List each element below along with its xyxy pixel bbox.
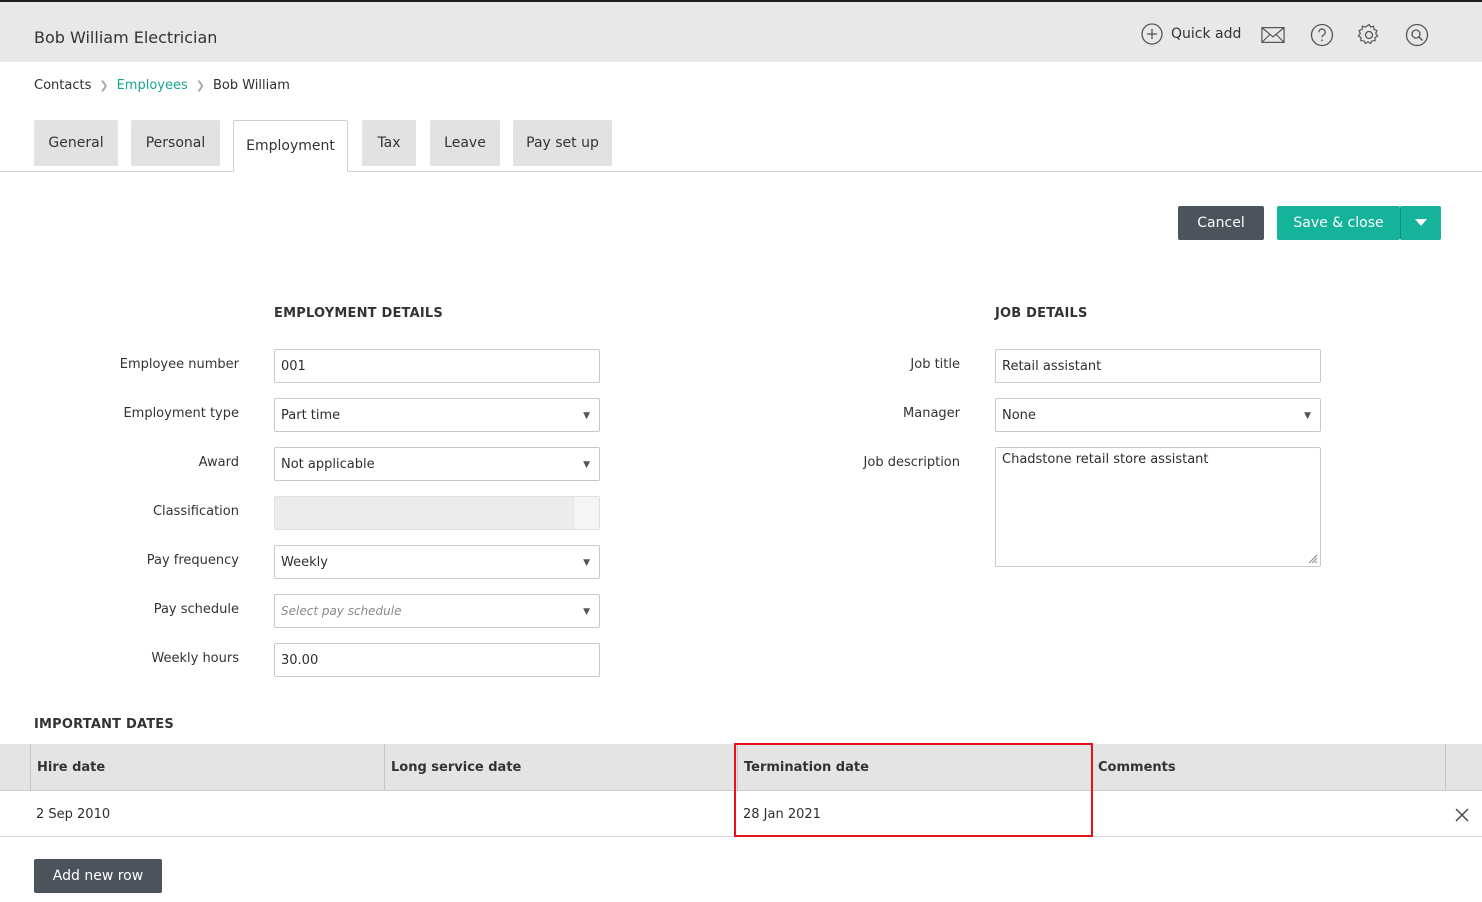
classification-select <box>274 496 600 530</box>
tab-leave[interactable]: Leave <box>430 120 500 166</box>
resize-handle-icon[interactable] <box>1308 554 1318 564</box>
dropdown-arrow-icon: ▼ <box>583 460 590 470</box>
manager-select[interactable]: None ▼ <box>995 398 1321 432</box>
mail-icon[interactable] <box>1261 23 1285 47</box>
add-new-row-button[interactable]: Add new row <box>34 859 162 893</box>
pay-frequency-value: Weekly <box>281 554 328 570</box>
dropdown-arrow-icon: ▼ <box>583 558 590 568</box>
table-row: 2 Sep 2010 28 Jan 2021 <box>0 792 1482 837</box>
tab-tax[interactable]: Tax <box>362 120 416 166</box>
save-close-button[interactable]: Save & close <box>1277 206 1400 240</box>
dropdown-arrow-icon: ▼ <box>583 607 590 617</box>
breadcrumb-current: Bob William <box>212 78 290 93</box>
chevron-right-icon: ❯ <box>195 79 205 92</box>
pay-schedule-placeholder: Select pay schedule <box>281 604 402 618</box>
pay-frequency-select[interactable]: Weekly ▼ <box>274 545 600 579</box>
pay-schedule-label: Pay schedule <box>153 602 239 617</box>
job-description-value: Chadstone retail store assistant <box>1002 452 1209 467</box>
job-title-input[interactable]: Retail assistant <box>995 349 1321 383</box>
dropdown-arrow-icon: ▼ <box>1304 411 1311 421</box>
weekly-hours-value: 30.00 <box>281 652 319 668</box>
plus-circle-icon <box>1141 23 1163 45</box>
pay-frequency-label: Pay frequency <box>146 553 239 568</box>
employee-number-label: Employee number <box>119 357 239 372</box>
employment-details-heading: EMPLOYMENT DETAILS <box>274 306 443 321</box>
pay-schedule-select[interactable]: Select pay schedule ▼ <box>274 594 600 628</box>
job-description-label: Job description <box>863 455 960 470</box>
employee-number-value: 001 <box>281 358 306 374</box>
column-hire-date: Hire date <box>30 744 384 791</box>
award-select[interactable]: Not applicable ▼ <box>274 447 600 481</box>
top-bar: Bob William Electrician Quick add <box>0 0 1482 62</box>
weekly-hours-label: Weekly hours <box>151 651 239 666</box>
breadcrumb: Contacts ❯ Employees ❯ Bob William <box>34 78 290 93</box>
tab-pay-setup[interactable]: Pay set up <box>513 120 612 166</box>
close-icon[interactable] <box>1454 807 1470 823</box>
important-dates-heading: IMPORTANT DATES <box>34 717 174 732</box>
business-name: Bob William Electrician <box>34 28 218 47</box>
award-value: Not applicable <box>281 456 375 472</box>
job-title-label: Job title <box>910 357 960 372</box>
manager-label: Manager <box>903 406 960 421</box>
long-service-date-cell[interactable] <box>384 792 737 837</box>
column-termination-date: Termination date <box>737 744 1091 791</box>
employment-type-label: Employment type <box>123 406 239 421</box>
manager-value: None <box>1002 407 1036 423</box>
caret-down-icon <box>1415 219 1427 226</box>
tab-personal[interactable]: Personal <box>131 120 220 166</box>
column-long-service-date: Long service date <box>384 744 737 791</box>
comments-cell[interactable] <box>1091 792 1445 837</box>
employment-type-value: Part time <box>281 407 341 423</box>
job-details-heading: JOB DETAILS <box>995 306 1088 321</box>
dropdown-arrow-icon: ▼ <box>583 411 590 421</box>
save-options-button[interactable] <box>1400 206 1441 240</box>
breadcrumb-contacts[interactable]: Contacts <box>34 78 91 93</box>
employment-type-select[interactable]: Part time ▼ <box>274 398 600 432</box>
breadcrumb-employees[interactable]: Employees <box>117 78 188 93</box>
chevron-right-icon: ❯ <box>99 79 109 92</box>
tab-general[interactable]: General <box>34 120 118 166</box>
classification-label: Classification <box>152 504 239 519</box>
quick-add-button[interactable]: Quick add <box>1141 23 1241 45</box>
dates-table-header: Hire date Long service date Termination … <box>0 744 1482 791</box>
cancel-button[interactable]: Cancel <box>1178 206 1264 240</box>
gear-icon[interactable] <box>1357 23 1381 47</box>
tab-divider <box>0 171 1482 172</box>
help-icon[interactable] <box>1310 23 1334 47</box>
award-label: Award <box>198 455 239 470</box>
hire-date-cell[interactable]: 2 Sep 2010 <box>30 792 384 837</box>
weekly-hours-input[interactable]: 30.00 <box>274 643 600 677</box>
column-actions <box>1445 744 1482 791</box>
classification-addon <box>573 497 599 529</box>
column-comments: Comments <box>1091 744 1445 791</box>
termination-date-cell[interactable]: 28 Jan 2021 <box>737 792 1091 837</box>
search-icon[interactable] <box>1405 23 1429 47</box>
quick-add-label: Quick add <box>1171 26 1242 42</box>
employee-number-input[interactable]: 001 <box>274 349 600 383</box>
job-description-textarea[interactable]: Chadstone retail store assistant <box>995 447 1321 567</box>
job-title-value: Retail assistant <box>1002 358 1102 374</box>
tab-employment[interactable]: Employment <box>233 120 348 172</box>
